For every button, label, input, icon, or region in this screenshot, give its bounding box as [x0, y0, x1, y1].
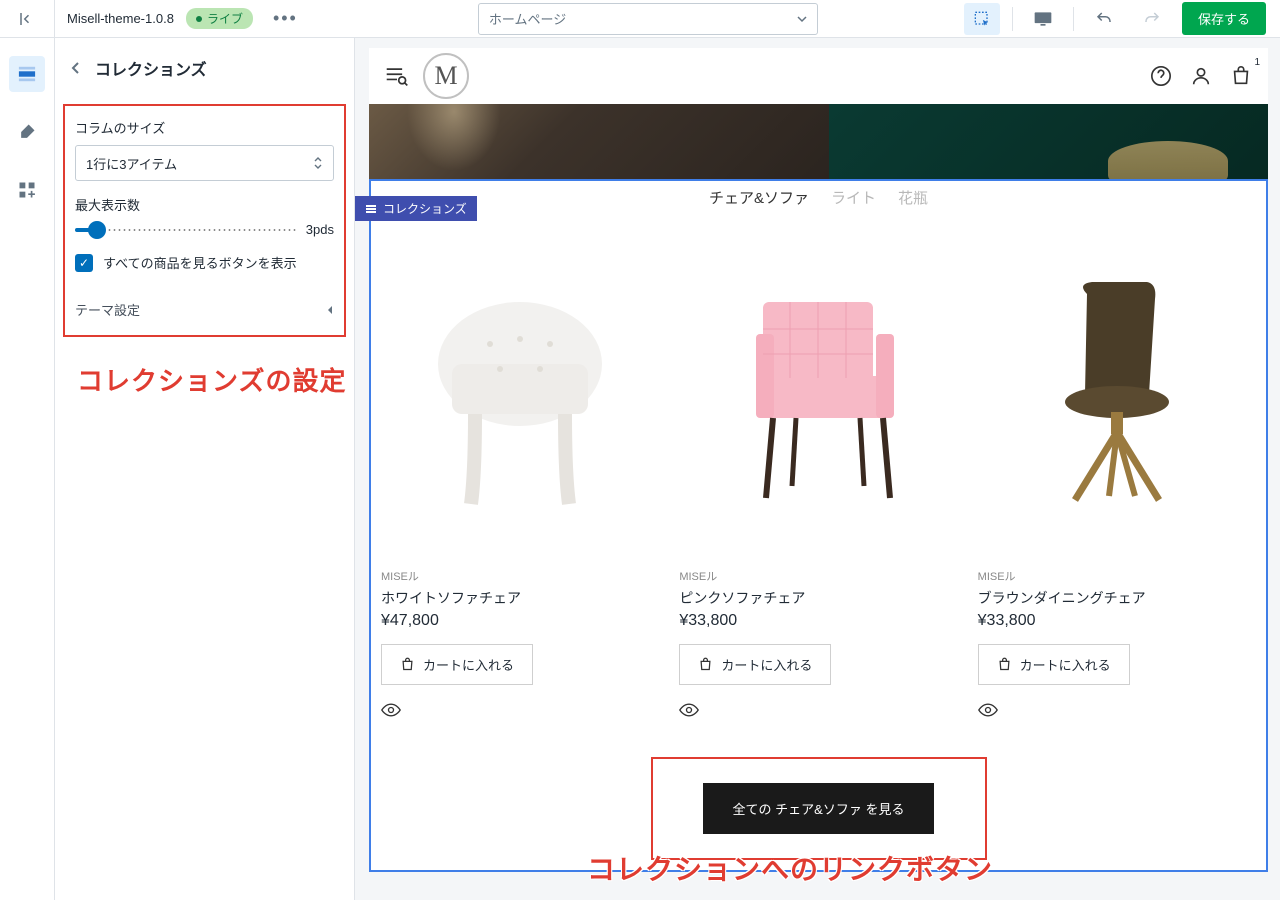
- quickview-icon[interactable]: [978, 703, 1256, 717]
- product-price: ¥33,800: [679, 612, 957, 630]
- preview-canvas: M 1 コレクションズ チェア&ソファ ライト 花瓶: [355, 38, 1280, 900]
- max-items-value: 3pds: [306, 222, 334, 237]
- add-to-cart-button[interactable]: カートに入れる: [978, 644, 1130, 685]
- collection-tabs: チェア&ソファ ライト 花瓶: [371, 181, 1266, 234]
- product-image: [381, 234, 659, 554]
- settings-sidebar: コレクションズ コラムのサイズ 1行に3アイテム 最大表示数 3pds ✓ すべ…: [55, 38, 355, 900]
- more-menu[interactable]: •••: [265, 8, 306, 29]
- product-price: ¥33,800: [978, 612, 1256, 630]
- store-header: M 1: [369, 48, 1268, 104]
- save-button[interactable]: 保存する: [1182, 2, 1266, 35]
- annotation-settings: コレクションズの設定: [55, 337, 354, 398]
- product-brand: MISEル: [679, 568, 957, 584]
- account-icon[interactable]: [1190, 65, 1212, 87]
- tab-vases[interactable]: 花瓶: [898, 187, 928, 208]
- settings-panel: コラムのサイズ 1行に3アイテム 最大表示数 3pds ✓ すべての商品を見るボ…: [63, 104, 346, 337]
- desktop-view-icon[interactable]: [1025, 3, 1061, 35]
- product-brand: MISEル: [381, 568, 659, 584]
- theme-settings-link[interactable]: テーマ設定: [75, 296, 334, 323]
- product-image: [679, 234, 957, 554]
- page-selector-value: ホームページ: [489, 9, 566, 28]
- view-all-button[interactable]: 全ての チェア&ソファ を見る: [703, 783, 935, 834]
- product-brand: MISEル: [978, 568, 1256, 584]
- product-price: ¥47,800: [381, 612, 659, 630]
- hero-image-strip: [369, 104, 1268, 181]
- product-name: ブラウンダイニングチェア: [978, 588, 1256, 608]
- product-card[interactable]: MISEル ブラウンダイニングチェア ¥33,800 カートに入れる: [978, 234, 1256, 717]
- store-logo[interactable]: M: [423, 53, 469, 99]
- exit-button[interactable]: [0, 0, 55, 38]
- add-to-cart-button[interactable]: カートに入れる: [381, 644, 533, 685]
- product-card[interactable]: MISEル ピンクソファチェア ¥33,800 カートに入れる: [679, 234, 957, 717]
- tab-lights[interactable]: ライト: [831, 187, 876, 208]
- cart-count: 1: [1254, 57, 1260, 68]
- quickview-icon[interactable]: [679, 703, 957, 717]
- help-icon[interactable]: [1150, 65, 1172, 87]
- viewall-highlight: 全ての チェア&ソファ を見る: [651, 757, 987, 860]
- redo-icon[interactable]: [1134, 3, 1170, 35]
- cart-icon[interactable]: 1: [1230, 65, 1252, 87]
- undo-icon[interactable]: [1086, 3, 1122, 35]
- topbar: Misell-theme-1.0.8 ライブ ••• ホームページ 保存する: [0, 0, 1280, 38]
- quickview-icon[interactable]: [381, 703, 659, 717]
- product-name: ピンクソファチェア: [679, 588, 957, 608]
- inspector-icon[interactable]: [964, 3, 1000, 35]
- sections-icon[interactable]: [9, 56, 45, 92]
- show-viewall-checkbox[interactable]: ✓: [75, 254, 93, 272]
- max-items-slider[interactable]: [75, 228, 298, 232]
- add-to-cart-button[interactable]: カートに入れる: [679, 644, 831, 685]
- apps-icon[interactable]: [9, 172, 45, 208]
- tab-chairs[interactable]: チェア&ソファ: [709, 187, 809, 208]
- live-badge: ライブ: [186, 8, 253, 29]
- brush-icon[interactable]: [9, 114, 45, 150]
- product-image: [978, 234, 1256, 554]
- back-icon[interactable]: [71, 61, 81, 75]
- page-selector[interactable]: ホームページ: [478, 3, 818, 35]
- product-card[interactable]: MISEル ホワイトソファチェア ¥47,800 カートに入れる: [381, 234, 659, 717]
- section-badge: コレクションズ: [355, 196, 477, 221]
- show-viewall-label: すべての商品を見るボタンを表示: [103, 253, 297, 272]
- product-name: ホワイトソファチェア: [381, 588, 659, 608]
- menu-search-icon[interactable]: [385, 65, 409, 87]
- sidebar-title: コレクションズ: [95, 56, 207, 80]
- column-size-select[interactable]: 1行に3アイテム: [75, 145, 334, 181]
- column-size-label: コラムのサイズ: [75, 118, 334, 137]
- max-items-label: 最大表示数: [75, 195, 334, 214]
- annotation-linkbutton: コレクションへのリンクボタン: [587, 848, 993, 888]
- collections-section[interactable]: チェア&ソファ ライト 花瓶: [369, 179, 1268, 872]
- theme-name: Misell-theme-1.0.8: [67, 11, 174, 26]
- left-rail: [0, 38, 55, 900]
